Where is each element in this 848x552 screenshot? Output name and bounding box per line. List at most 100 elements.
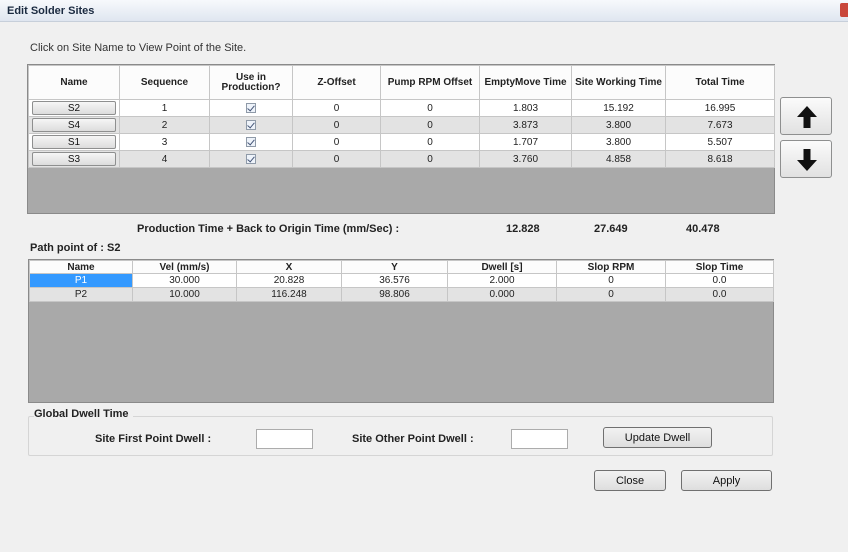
site-other-point-dwell-label: Site Other Point Dwell : bbox=[352, 433, 474, 445]
dwell-cell[interactable]: 0.000 bbox=[447, 287, 557, 302]
col-header-point-name[interactable]: Name bbox=[29, 260, 133, 274]
use-in-production-cell bbox=[209, 133, 293, 151]
site-row: S2 1 0 0 1.803 15.192 16.995 bbox=[28, 99, 775, 117]
use-in-production-checkbox[interactable] bbox=[246, 153, 256, 164]
empty-move-time-cell: 1.707 bbox=[479, 133, 572, 151]
col-header-z-offset[interactable]: Z-Offset bbox=[292, 65, 381, 100]
site-first-point-dwell-input[interactable] bbox=[256, 429, 313, 449]
col-header-dwell[interactable]: Dwell [s] bbox=[447, 260, 557, 274]
col-header-slop-rpm[interactable]: Slop RPM bbox=[556, 260, 666, 274]
total-time-cell: 8.618 bbox=[665, 150, 775, 168]
total-time-cell: 7.673 bbox=[665, 116, 775, 134]
sites-table: Name Sequence Use in Production? Z-Offse… bbox=[28, 65, 775, 168]
site-button-s1[interactable]: S1 bbox=[32, 135, 116, 149]
sequence-cell[interactable]: 3 bbox=[119, 133, 210, 151]
z-offset-cell[interactable]: 0 bbox=[292, 150, 381, 168]
path-point-label: Path point of : S2 bbox=[30, 242, 120, 254]
col-header-sequence[interactable]: Sequence bbox=[119, 65, 210, 100]
pump-rpm-offset-cell[interactable]: 0 bbox=[380, 99, 480, 117]
arrow-up-icon bbox=[797, 106, 817, 128]
use-in-production-cell bbox=[209, 99, 293, 117]
empty-move-time-cell: 3.873 bbox=[479, 116, 572, 134]
col-header-slop-time[interactable]: Slop Time bbox=[665, 260, 774, 274]
y-cell[interactable]: 36.576 bbox=[341, 273, 448, 288]
site-name-cell: S2 bbox=[28, 99, 120, 117]
sequence-cell[interactable]: 2 bbox=[119, 116, 210, 134]
pump-rpm-offset-cell[interactable]: 0 bbox=[380, 116, 480, 134]
slop-time-cell[interactable]: 0.0 bbox=[665, 273, 774, 288]
use-in-production-checkbox[interactable] bbox=[246, 136, 256, 147]
col-header-use-in-production[interactable]: Use in Production? bbox=[209, 65, 293, 100]
col-header-total-time[interactable]: Total Time bbox=[665, 65, 775, 100]
site-name-cell: S4 bbox=[28, 116, 120, 134]
apply-button[interactable]: Apply bbox=[681, 470, 772, 491]
arrow-down-icon bbox=[797, 149, 817, 171]
site-first-point-dwell-label: Site First Point Dwell : bbox=[95, 433, 212, 445]
site-button-s2[interactable]: S2 bbox=[32, 101, 116, 115]
site-row: S3 4 0 0 3.760 4.858 8.618 bbox=[28, 150, 775, 168]
use-in-production-checkbox[interactable] bbox=[246, 119, 256, 130]
update-dwell-button[interactable]: Update Dwell bbox=[603, 427, 712, 448]
site-name-cell: S1 bbox=[28, 133, 120, 151]
site-button-s3[interactable]: S3 bbox=[32, 152, 116, 166]
sequence-cell[interactable]: 4 bbox=[119, 150, 210, 168]
slop-rpm-cell[interactable]: 0 bbox=[556, 273, 666, 288]
col-header-pump-rpm-offset[interactable]: Pump RPM Offset bbox=[380, 65, 480, 100]
site-name-cell: S3 bbox=[28, 150, 120, 168]
points-header-row: Name Vel (mm/s) X Y Dwell [s] Slop RPM S… bbox=[29, 260, 774, 274]
point-row[interactable]: P2 10.000 116.248 98.806 0.000 0 0.0 bbox=[29, 287, 774, 302]
move-up-button[interactable] bbox=[780, 97, 832, 135]
site-button-s4[interactable]: S4 bbox=[32, 118, 116, 132]
window-titlebar: Edit Solder Sites bbox=[0, 0, 848, 22]
slop-time-cell[interactable]: 0.0 bbox=[665, 287, 774, 302]
site-working-time-cell: 3.800 bbox=[571, 116, 666, 134]
x-cell[interactable]: 20.828 bbox=[236, 273, 342, 288]
z-offset-cell[interactable]: 0 bbox=[292, 99, 381, 117]
y-cell[interactable]: 98.806 bbox=[341, 287, 448, 302]
z-offset-cell[interactable]: 0 bbox=[292, 116, 381, 134]
velocity-cell[interactable]: 10.000 bbox=[132, 287, 237, 302]
points-table: Name Vel (mm/s) X Y Dwell [s] Slop RPM S… bbox=[29, 260, 774, 302]
site-row: S4 2 0 0 3.873 3.800 7.673 bbox=[28, 116, 775, 134]
col-header-x[interactable]: X bbox=[236, 260, 342, 274]
use-in-production-cell bbox=[209, 150, 293, 168]
use-in-production-cell bbox=[209, 116, 293, 134]
totals-label: Production Time + Back to Origin Time (m… bbox=[137, 223, 400, 235]
point-row[interactable]: P1 30.000 20.828 36.576 2.000 0 0.0 bbox=[29, 273, 774, 288]
close-button[interactable]: Close bbox=[594, 470, 666, 491]
site-other-point-dwell-input[interactable] bbox=[511, 429, 568, 449]
site-row: S1 3 0 0 1.707 3.800 5.507 bbox=[28, 133, 775, 151]
col-header-empty-move-time[interactable]: EmptyMove Time bbox=[479, 65, 572, 100]
total-time-cell: 16.995 bbox=[665, 99, 775, 117]
dwell-cell[interactable]: 2.000 bbox=[447, 273, 557, 288]
col-header-y[interactable]: Y bbox=[341, 260, 448, 274]
sites-header-row: Name Sequence Use in Production? Z-Offse… bbox=[28, 65, 775, 100]
total-time-sum: 40.478 bbox=[686, 223, 720, 235]
point-name-cell[interactable]: P1 bbox=[29, 273, 133, 288]
window-title: Edit Solder Sites bbox=[7, 5, 95, 17]
col-header-velocity[interactable]: Vel (mm/s) bbox=[132, 260, 237, 274]
total-time-cell: 5.507 bbox=[665, 133, 775, 151]
pump-rpm-offset-cell[interactable]: 0 bbox=[380, 133, 480, 151]
site-working-time-cell: 4.858 bbox=[571, 150, 666, 168]
close-window-icon[interactable] bbox=[840, 3, 848, 17]
z-offset-cell[interactable]: 0 bbox=[292, 133, 381, 151]
empty-move-time-cell: 1.803 bbox=[479, 99, 572, 117]
global-dwell-title: Global Dwell Time bbox=[34, 408, 133, 420]
use-in-production-checkbox[interactable] bbox=[246, 102, 256, 113]
col-header-site-working-time[interactable]: Site Working Time bbox=[571, 65, 666, 100]
move-down-button[interactable] bbox=[780, 140, 832, 178]
site-working-time-cell: 15.192 bbox=[571, 99, 666, 117]
pump-rpm-offset-cell[interactable]: 0 bbox=[380, 150, 480, 168]
path-point-caption: Path point of : bbox=[30, 242, 104, 254]
x-cell[interactable]: 116.248 bbox=[236, 287, 342, 302]
empty-move-time-cell: 3.760 bbox=[479, 150, 572, 168]
instruction-text: Click on Site Name to View Point of the … bbox=[30, 42, 247, 54]
slop-rpm-cell[interactable]: 0 bbox=[556, 287, 666, 302]
sequence-cell[interactable]: 1 bbox=[119, 99, 210, 117]
col-header-name[interactable]: Name bbox=[28, 65, 120, 100]
total-site-working-time: 27.649 bbox=[594, 223, 628, 235]
point-name-cell[interactable]: P2 bbox=[29, 287, 133, 302]
path-point-site: S2 bbox=[107, 242, 121, 254]
velocity-cell[interactable]: 30.000 bbox=[132, 273, 237, 288]
